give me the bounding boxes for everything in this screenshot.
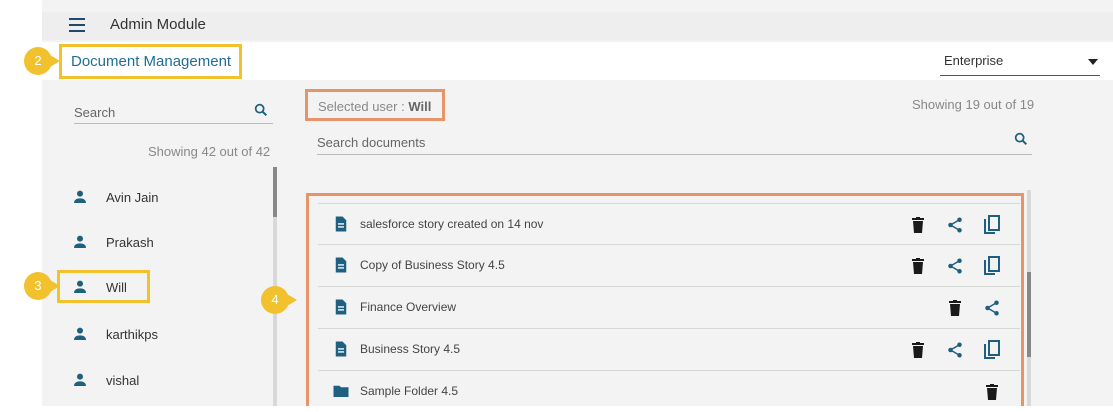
document-icon: [335, 341, 347, 357]
user-icon: [74, 373, 86, 386]
document-search-placeholder: Search documents: [317, 135, 426, 150]
copy-icon[interactable]: [983, 339, 1001, 359]
share-icon[interactable]: [946, 257, 964, 275]
folder-name: Sample Folder 4.5: [360, 384, 459, 398]
callout-badge-3: 3: [24, 272, 60, 300]
user-name: vishal: [106, 372, 140, 388]
callout-badge-4: 4: [261, 286, 297, 314]
delete-icon[interactable]: [909, 341, 927, 359]
user-icon: [74, 190, 86, 203]
user-name: Prakash: [106, 234, 154, 250]
share-icon[interactable]: [946, 216, 964, 234]
document-row[interactable]: Copy of Business Story 4.5: [318, 244, 1020, 285]
users-scrollbar-thumb[interactable]: [273, 167, 277, 217]
user-icon: [74, 280, 86, 293]
user-item[interactable]: Prakash: [72, 229, 154, 255]
selected-user-label: Selected user : Will: [305, 89, 445, 121]
folder-icon: [333, 385, 349, 397]
document-name: salesforce story created on 14 nov: [360, 217, 544, 231]
enterprise-select[interactable]: Enterprise: [940, 50, 1100, 76]
user-name: Avin Jain: [106, 189, 159, 205]
user-name: karthikps: [106, 326, 159, 342]
app-title: Admin Module: [110, 16, 206, 33]
document-icon: [335, 216, 347, 232]
user-item[interactable]: karthikps: [72, 321, 158, 347]
user-name: Will: [106, 279, 127, 295]
row-actions: [909, 329, 1020, 370]
row-actions: [946, 287, 1020, 328]
document-row[interactable]: salesforce story created on 14 nov: [318, 203, 1020, 244]
delete-icon[interactable]: [909, 216, 927, 234]
documents-scrollbar-thumb[interactable]: [1027, 272, 1031, 357]
user-icon: [74, 327, 86, 340]
page-title[interactable]: Document Management: [59, 44, 242, 79]
delete-icon[interactable]: [909, 257, 927, 275]
delete-icon[interactable]: [946, 299, 964, 317]
row-actions: [909, 245, 1020, 286]
copy-icon[interactable]: [983, 214, 1001, 234]
documents-scrollbar[interactable]: [1027, 190, 1031, 406]
delete-icon[interactable]: [983, 383, 1001, 401]
share-icon[interactable]: [983, 299, 1001, 317]
document-name: Finance Overview: [360, 300, 457, 314]
user-item[interactable]: Avin Jain: [72, 184, 159, 210]
selected-user-name: Will: [408, 99, 432, 114]
document-name: Business Story 4.5: [360, 342, 461, 356]
search-icon[interactable]: [1013, 131, 1029, 147]
hamburger-menu-icon[interactable]: [69, 18, 85, 32]
copy-icon[interactable]: [983, 255, 1001, 275]
user-item[interactable]: vishal: [72, 367, 139, 393]
chevron-down-icon: [1088, 59, 1098, 65]
document-search-input[interactable]: Search documents: [317, 131, 1032, 155]
search-icon[interactable]: [253, 102, 269, 118]
document-icon: [335, 257, 347, 273]
share-icon[interactable]: [946, 341, 964, 359]
document-icon: [335, 299, 347, 315]
user-item-selected[interactable]: Will: [72, 274, 127, 300]
row-actions: [909, 204, 1020, 245]
document-row[interactable]: Finance Overview: [318, 286, 1020, 327]
callout-badge-2: 2: [24, 47, 60, 75]
selected-user-prefix: Selected user :: [318, 99, 409, 114]
user-icon: [74, 235, 86, 248]
folder-row[interactable]: Sample Folder 4.5: [318, 370, 1020, 411]
document-row[interactable]: Business Story 4.5: [318, 328, 1020, 369]
documents-count: Showing 19 out of 19: [912, 97, 1035, 112]
users-count: Showing 42 out of 42: [148, 144, 271, 159]
user-search-input[interactable]: Search: [74, 100, 273, 124]
enterprise-select-value: Enterprise: [944, 53, 1004, 68]
user-search-placeholder: Search: [74, 105, 116, 120]
document-name: Copy of Business Story 4.5: [360, 258, 505, 272]
